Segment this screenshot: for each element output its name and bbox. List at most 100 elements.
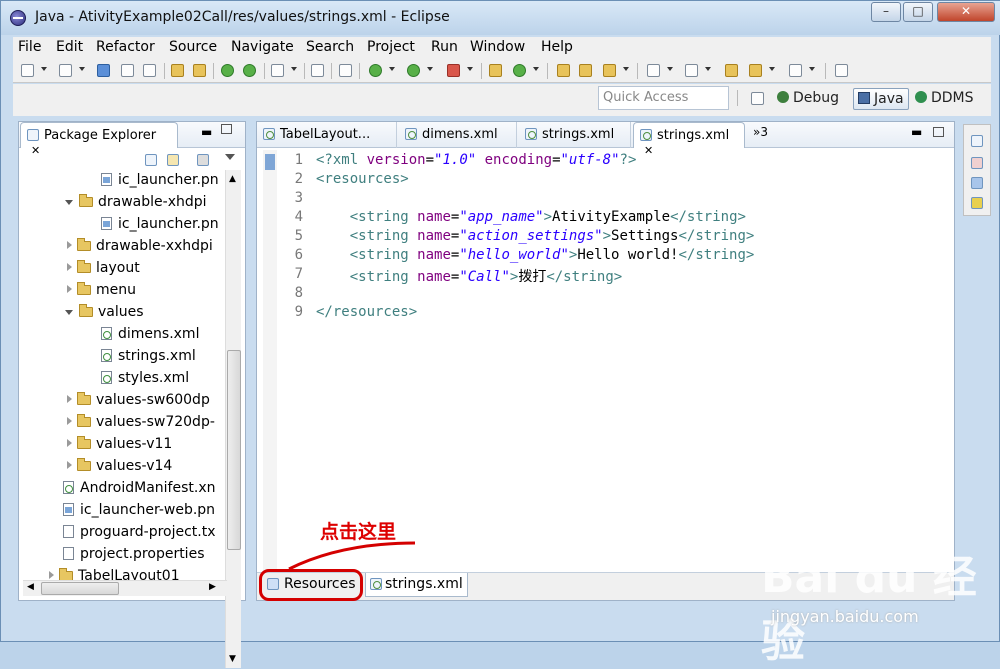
back-icon[interactable] (749, 64, 762, 77)
tree-item[interactable]: menu (19, 282, 224, 304)
tree-item[interactable]: dimens.xml (19, 326, 224, 348)
new-wizard-icon[interactable] (59, 64, 72, 77)
code-line[interactable]: 1 <?xml version="1.0" encoding="utf-8"?> (271, 152, 941, 171)
open-perspective-icon[interactable] (751, 92, 764, 105)
menu-file[interactable]: File (18, 39, 41, 55)
debug-icon[interactable] (369, 64, 382, 77)
debug-perspective-button[interactable]: Debug (773, 88, 843, 110)
scroll-up-icon[interactable]: ▲ (229, 174, 236, 184)
menu-search[interactable]: Search (306, 39, 354, 55)
tree-item[interactable]: ic_launcher.pn (19, 172, 224, 194)
java-perspective-button[interactable]: Java (853, 88, 909, 110)
editor-tab-dimens[interactable]: dimens.xml (399, 122, 517, 148)
tree-item[interactable]: drawable-xhdpi (19, 194, 224, 216)
minimize-button[interactable]: – (871, 2, 901, 22)
run-dropdown-icon[interactable] (427, 67, 433, 71)
more-tabs-button[interactable]: »3 (753, 125, 768, 139)
editor-tab-tabellayout[interactable]: TabelLayout... (257, 122, 397, 148)
maximize-view-icon[interactable] (221, 124, 232, 134)
external-tools-icon[interactable] (447, 64, 460, 77)
link-with-editor-icon[interactable] (167, 154, 179, 166)
expanded-twisty-icon[interactable] (65, 200, 73, 205)
forward-dropdown-icon[interactable] (809, 67, 815, 71)
menu-window[interactable]: Window (470, 39, 525, 55)
tree-item[interactable]: values (19, 304, 224, 326)
tree-item[interactable]: values-v14 (19, 458, 224, 480)
last-edit-location-icon[interactable] (725, 64, 738, 77)
code-line[interactable]: 6 <string name="hello_world">Hello world… (271, 247, 941, 266)
package-explorer-tab[interactable]: Package Explorer ✕ (20, 122, 178, 157)
scroll-left-icon[interactable]: ◀ (27, 582, 34, 592)
menu-edit[interactable]: Edit (56, 39, 83, 55)
open-task-icon[interactable] (579, 64, 592, 77)
editor-tab-strings-1[interactable]: strings.xml (519, 122, 631, 148)
android-icon[interactable] (221, 64, 234, 77)
scroll-down-icon[interactable]: ▼ (229, 654, 236, 664)
code-line[interactable]: 9 </resources> (271, 304, 941, 323)
tree-item[interactable]: layout (19, 260, 224, 282)
new-package-icon[interactable] (489, 64, 502, 77)
run-icon[interactable] (407, 64, 420, 77)
ddms-perspective-button[interactable]: DDMS (911, 88, 978, 110)
debug-dropdown-icon[interactable] (389, 67, 395, 71)
minimize-editor-icon[interactable]: ▬ (911, 125, 922, 139)
outline-view-icon[interactable] (971, 157, 983, 169)
menu-help[interactable]: Help (541, 39, 573, 55)
tree-vertical-scroll-thumb[interactable] (227, 350, 241, 550)
new-class-icon[interactable] (513, 64, 526, 77)
print-icon[interactable] (143, 64, 156, 77)
avd-manager-icon[interactable] (193, 64, 206, 77)
menu-run[interactable]: Run (431, 39, 458, 55)
external-tools-dropdown-icon[interactable] (467, 67, 473, 71)
android-view-icon[interactable] (971, 197, 983, 209)
pin-editor-icon[interactable] (835, 64, 848, 77)
save-all-icon[interactable] (121, 64, 134, 77)
search-dropdown-icon[interactable] (623, 67, 629, 71)
close-view-icon[interactable]: ✕ (31, 144, 40, 157)
menu-project[interactable]: Project (367, 39, 415, 55)
tree-horizontal-scrollbar[interactable]: ◀ ▶ (23, 580, 227, 596)
tree-item[interactable]: values-v11 (19, 436, 224, 458)
tree-vertical-scrollbar[interactable]: ▲ ▼ (225, 170, 241, 668)
restore-icon[interactable] (971, 135, 983, 147)
tree-item[interactable]: values-sw720dp- (19, 414, 224, 436)
menu-navigate[interactable]: Navigate (231, 39, 294, 55)
collapsed-twisty-icon[interactable] (67, 263, 72, 271)
collapsed-twisty-icon[interactable] (67, 395, 72, 403)
open-type-icon[interactable] (557, 64, 570, 77)
previous-annotation-dropdown-icon[interactable] (705, 67, 711, 71)
save-icon[interactable] (97, 64, 110, 77)
collapsed-twisty-icon[interactable] (49, 571, 54, 579)
console-view-icon[interactable] (971, 177, 983, 189)
tree-item[interactable]: project.properties (19, 546, 224, 568)
search-icon[interactable] (603, 64, 616, 77)
code-editor[interactable]: 1 <?xml version="1.0" encoding="utf-8"?> 2… (271, 152, 917, 562)
code-line[interactable]: 4 <string name="app_name">AtivityExample… (271, 209, 941, 228)
collapsed-twisty-icon[interactable] (67, 417, 72, 425)
expanded-twisty-icon[interactable] (65, 310, 73, 315)
lint-check-icon[interactable] (271, 64, 284, 77)
tree-item[interactable]: proguard-project.tx (19, 524, 224, 546)
back-dropdown-icon[interactable] (769, 67, 775, 71)
tree-item[interactable]: ic_launcher.pn (19, 216, 224, 238)
android-sdk-icon[interactable] (171, 64, 184, 77)
maximize-button[interactable]: □ (903, 2, 933, 22)
tree-item[interactable]: AndroidManifest.xn (19, 480, 224, 502)
new-dropdown-icon[interactable] (41, 67, 47, 71)
previous-annotation-icon[interactable] (685, 64, 698, 77)
minimize-view-icon[interactable]: ▬ (201, 125, 212, 139)
forward-icon[interactable] (789, 64, 802, 77)
lint-dropdown-icon[interactable] (291, 67, 297, 71)
code-line[interactable]: 3 (271, 190, 941, 209)
tree-item[interactable]: drawable-xxhdpi (19, 238, 224, 260)
tree-item[interactable]: ic_launcher-web.pn (19, 502, 224, 524)
new-wizard-dropdown-icon[interactable] (79, 67, 85, 71)
toggle-breakpoint-icon[interactable] (339, 64, 352, 77)
code-line[interactable]: 5 <string name="action_settings">Setting… (271, 228, 941, 247)
tree-item[interactable]: styles.xml (19, 370, 224, 392)
new-icon[interactable] (21, 64, 34, 77)
code-line[interactable]: 2 <resources> (271, 171, 941, 190)
quick-access-input[interactable]: Quick Access (598, 86, 729, 110)
scroll-right-icon[interactable]: ▶ (209, 582, 216, 592)
tree-item[interactable]: strings.xml (19, 348, 224, 370)
